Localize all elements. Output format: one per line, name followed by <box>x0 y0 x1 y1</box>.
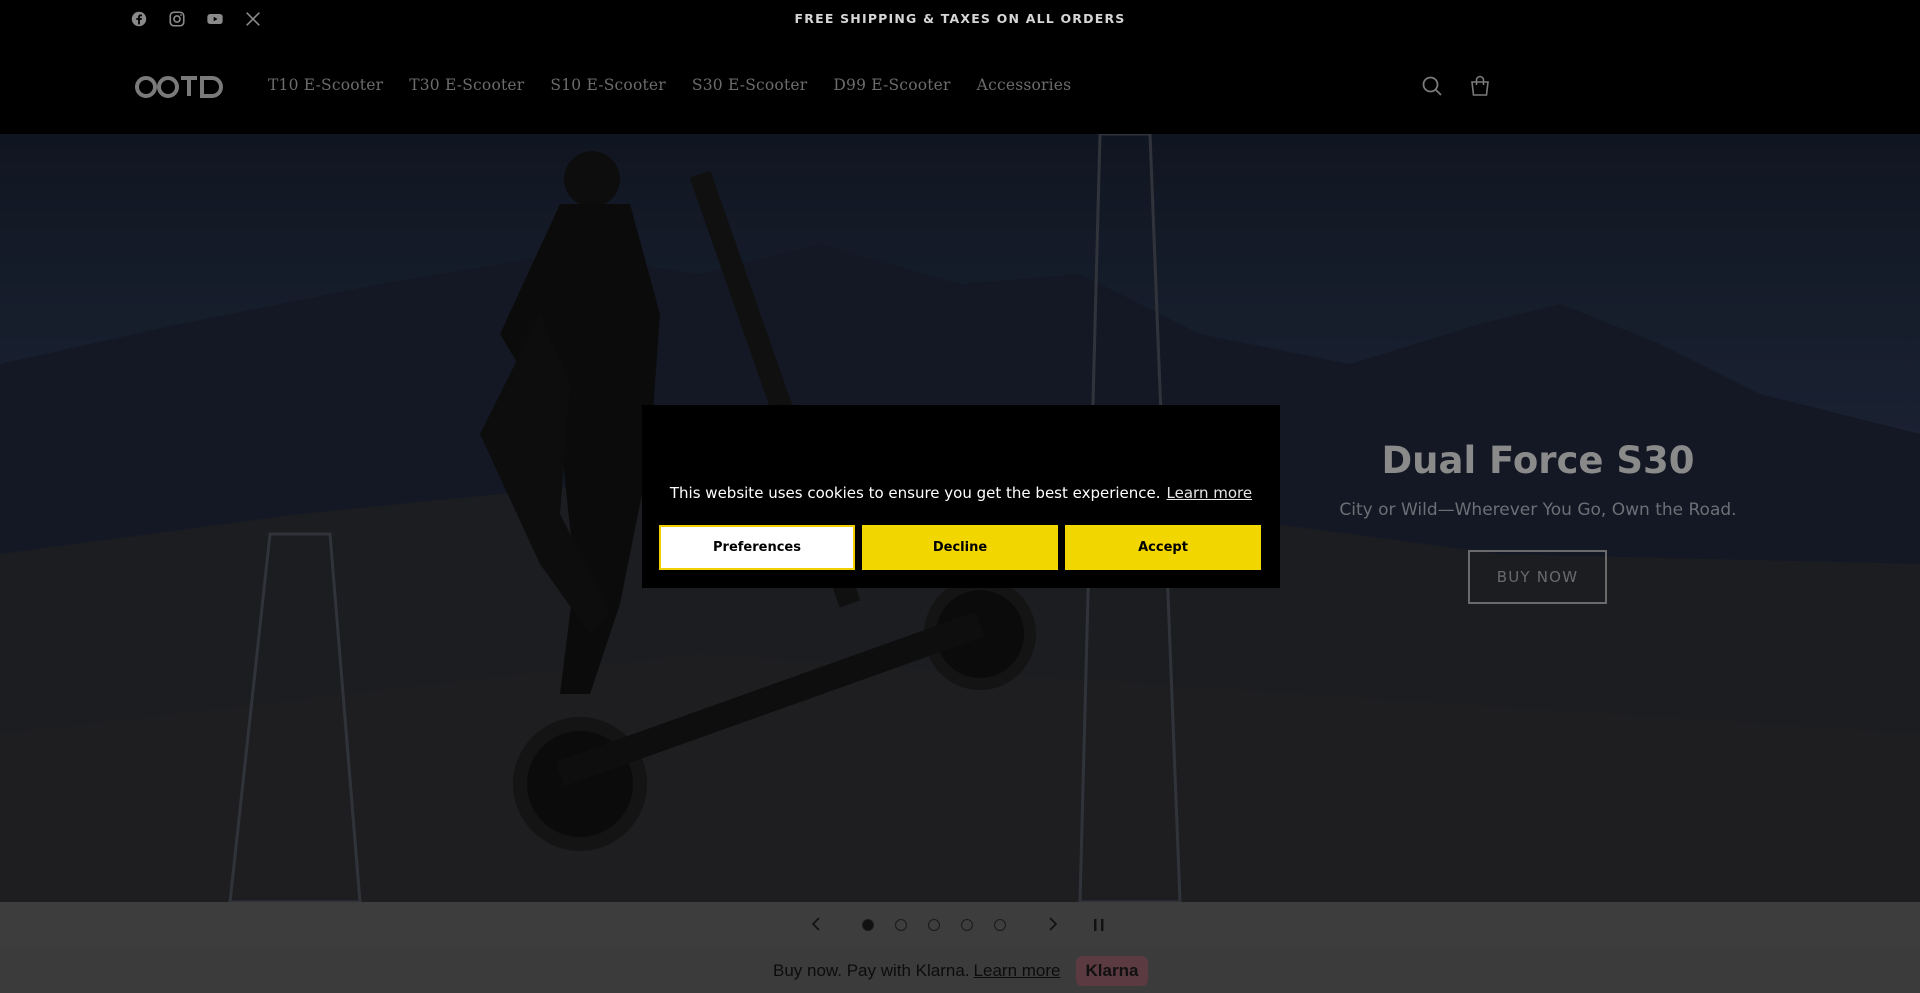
nav-item-s30[interactable]: S30 E-Scooter <box>692 76 807 94</box>
site-header: T10 E-Scooter T30 E-Scooter S10 E-Scoote… <box>0 40 1920 134</box>
cookie-banner: This website uses cookies to ensure you … <box>642 405 1280 588</box>
cookie-message-text: This website uses cookies to ensure you … <box>669 484 1161 502</box>
chevron-right-icon[interactable] <box>1043 915 1061 933</box>
slide-dot-3[interactable] <box>928 919 940 931</box>
nav-item-s10[interactable]: S10 E-Scooter <box>550 76 665 94</box>
hero-title: Dual Force S30 <box>1381 439 1695 482</box>
slide-dot-1[interactable] <box>862 919 874 931</box>
chevron-left-icon[interactable] <box>808 915 826 933</box>
hero-subtitle: City or Wild—Wherever You Go, Own the Ro… <box>1339 500 1737 520</box>
klarna-text: Buy now. Pay with Klarna. Learn more <box>773 961 1060 981</box>
klarna-badge: Klarna <box>1076 956 1148 986</box>
nav-item-t10[interactable]: T10 E-Scooter <box>268 76 383 94</box>
pause-icon[interactable] <box>1092 917 1106 933</box>
cart-icon[interactable] <box>1468 74 1492 98</box>
announcement-bar: FREE SHIPPING & TAXES ON ALL ORDERS <box>0 0 1920 40</box>
header-icons <box>1420 74 1492 98</box>
klarna-learn-more-link[interactable]: Learn more <box>974 961 1061 980</box>
slide-dots <box>862 919 1006 931</box>
brand-logo[interactable] <box>134 74 226 100</box>
cookie-learn-more-link[interactable]: Learn more <box>1167 484 1253 502</box>
nav-item-d99[interactable]: D99 E-Scooter <box>833 76 950 94</box>
slider-controls <box>0 902 1920 948</box>
cookie-message: This website uses cookies to ensure you … <box>642 484 1280 502</box>
main-nav: T10 E-Scooter T30 E-Scooter S10 E-Scoote… <box>268 76 1097 94</box>
slide-dot-5[interactable] <box>994 919 1006 931</box>
buy-now-button[interactable]: BUY NOW <box>1468 550 1607 604</box>
nav-item-accessories[interactable]: Accessories <box>977 76 1072 94</box>
slide-dot-2[interactable] <box>895 919 907 931</box>
decline-button[interactable]: Decline <box>862 525 1058 570</box>
search-icon[interactable] <box>1420 74 1444 98</box>
nav-item-t30[interactable]: T30 E-Scooter <box>409 76 524 94</box>
accept-button[interactable]: Accept <box>1065 525 1261 570</box>
slide-dot-4[interactable] <box>961 919 973 931</box>
klarna-message: Buy now. Pay with Klarna. <box>773 961 970 980</box>
announcement-text: FREE SHIPPING & TAXES ON ALL ORDERS <box>794 11 1126 26</box>
klarna-banner: Buy now. Pay with Klarna. Learn more Klar… <box>0 948 1920 993</box>
preferences-button[interactable]: Preferences <box>659 525 855 570</box>
